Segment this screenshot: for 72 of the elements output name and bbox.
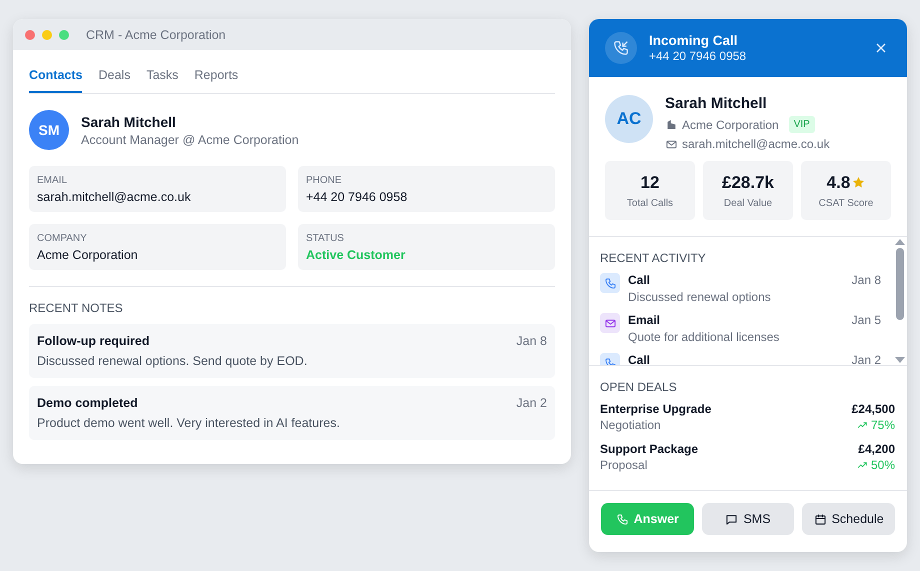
incoming-call-icon <box>612 39 630 57</box>
caller-company: Acme Corporation <box>682 118 779 132</box>
stat-label: CSAT Score <box>818 198 874 208</box>
note-date: Jan 2 <box>516 396 547 410</box>
chat-bubble-icon <box>725 512 738 526</box>
section-heading: RECENT ACTIVITY <box>600 251 707 265</box>
activity-text: Quote for additional licenses <box>628 330 780 344</box>
vip-badge: VIP <box>788 116 815 133</box>
deal-name: Enterprise Upgrade <box>600 402 712 416</box>
deal-amount: £4,200 <box>857 442 895 456</box>
deal-probability: 75% <box>870 418 895 432</box>
note-title: Follow-up required <box>37 334 150 348</box>
activity-item[interactable]: Email Jan 5 Quote for additional licenses <box>600 313 881 344</box>
nav-tab[interactable]: Deals <box>98 62 130 93</box>
minimize-window-button[interactable] <box>42 30 52 40</box>
deal-stage: Negotiation <box>600 418 662 432</box>
nav-tab[interactable]: Tasks <box>146 62 178 93</box>
phone-icon <box>616 512 629 526</box>
nav-tab[interactable]: Reports <box>194 62 238 93</box>
deal-amount: £24,500 <box>852 402 895 416</box>
caller-number: +44 20 7946 0958 <box>649 49 746 63</box>
field-value: sarah.mitchell@acme.co.uk <box>37 190 192 204</box>
activity-item[interactable]: Call Jan 8 Discussed renewal options <box>600 273 881 304</box>
deal-probability: 50% <box>870 458 895 472</box>
note-title: Demo completed <box>37 396 138 410</box>
stat-value: £28.7k <box>722 172 774 192</box>
activity-date: Jan 2 <box>852 353 881 365</box>
stat-label: Total Calls <box>626 198 674 208</box>
activity-date: Jan 5 <box>852 313 881 327</box>
close-window-button[interactable] <box>25 30 35 40</box>
field-value: Active Customer <box>306 248 406 262</box>
nav-tab[interactable]: Contacts <box>29 62 82 93</box>
activity-text: Discussed renewal options <box>628 290 772 304</box>
stat-value: 12 <box>640 172 660 192</box>
activity-title: Call <box>628 273 650 287</box>
note-text: Product demo went well. Very interested in AI features. <box>37 416 341 430</box>
field-value: +44 20 7946 0958 <box>306 190 408 204</box>
phone-icon <box>604 276 616 290</box>
avatar-initials: SM <box>29 110 69 150</box>
avatar-initials: AC <box>605 95 653 143</box>
note-date: Jan 8 <box>516 334 547 348</box>
contact-role: Account Manager @ Acme Corporation <box>81 132 299 146</box>
field-label: PHONE <box>306 175 343 186</box>
field-label: STATUS <box>306 233 345 244</box>
trend-up-icon <box>856 460 868 470</box>
deal-stage: Proposal <box>600 458 648 472</box>
window-title: CRM - Acme Corporation <box>86 28 226 42</box>
activity-title: Email <box>628 313 660 327</box>
field-label: COMPANY <box>37 233 88 244</box>
deal-name: Support Package <box>600 442 700 456</box>
maximize-window-button[interactable] <box>59 30 69 40</box>
section-heading: OPEN DEALS <box>600 380 678 394</box>
trend-up-icon <box>856 420 868 430</box>
note-text: Discussed renewal options. Send quote by EOD. <box>37 354 308 368</box>
activity-item[interactable]: Call Jan 2 <box>600 353 881 365</box>
calendar-icon <box>814 512 827 526</box>
stat-value: 4.8 <box>826 172 850 192</box>
sms-button[interactable]: SMS <box>702 503 794 535</box>
call-title: Incoming Call <box>649 33 739 48</box>
activity-date: Jan 8 <box>852 273 881 287</box>
stat-label: Deal Value <box>724 198 772 208</box>
caller-name: Sarah Mitchell <box>665 95 768 112</box>
field-value: Acme Corporation <box>37 248 139 262</box>
activity-title: Call <box>628 353 650 365</box>
scrollbar[interactable] <box>893 237 907 365</box>
section-heading: RECENT NOTES <box>29 301 124 315</box>
building-icon <box>665 118 678 131</box>
star-icon <box>852 176 866 189</box>
contact-name: Sarah Mitchell <box>81 114 177 130</box>
schedule-button[interactable]: Schedule <box>802 503 895 535</box>
field-label: EMAIL <box>37 175 68 186</box>
caller-email: sarah.mitchell@acme.co.uk <box>682 137 830 151</box>
